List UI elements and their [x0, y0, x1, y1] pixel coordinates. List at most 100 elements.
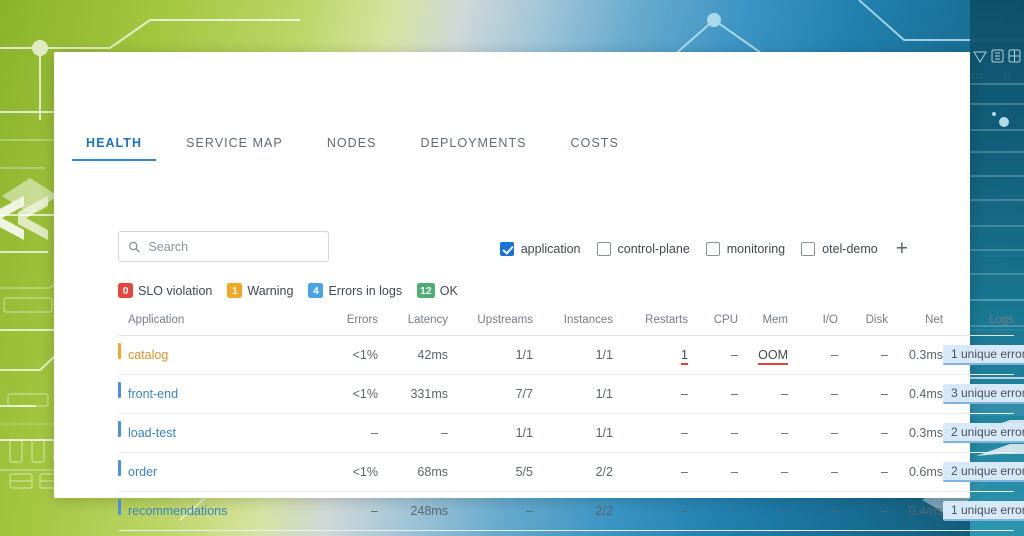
cell-restarts: – — [613, 530, 688, 536]
legend-label: SLO violation — [138, 283, 213, 298]
col-errors[interactable]: Errors — [303, 310, 378, 336]
cell-application[interactable]: recommendations — [118, 491, 303, 531]
col-application[interactable]: Application — [118, 310, 303, 336]
legend-slo-violation[interactable]: 0 SLO violation — [118, 283, 212, 298]
cell-logs[interactable]: 2 unique errors — [943, 452, 1024, 492]
table-row[interactable]: recommendations –248ms –2/2– – – – –0.4ms 1 uni… — [118, 491, 1024, 531]
cell-upstreams: 5/5 — [448, 452, 533, 492]
tab-health[interactable]: HEALTH — [64, 130, 164, 161]
cell-errors: <1% — [303, 374, 378, 414]
cell-net: – — [888, 530, 943, 536]
application-link[interactable]: recommendations — [128, 504, 227, 518]
cell-latency: 5ms — [378, 530, 448, 536]
application-link[interactable]: order — [128, 465, 157, 479]
cell-net: 0.4ms — [888, 491, 943, 531]
logs-error-chip[interactable]: 1 unique error — [943, 501, 1024, 521]
application-link[interactable]: front-end — [128, 387, 178, 401]
filter-control-plane[interactable]: control-plane — [596, 241, 690, 256]
cell-application[interactable]: load-test — [118, 413, 303, 453]
col-disk[interactable]: Disk — [838, 310, 888, 336]
svg-text:: : :: : : : — [972, 73, 982, 80]
application-link[interactable]: load-test — [128, 426, 176, 440]
table-row[interactable]: load-test – –1/1 1/1– – – – –0.3ms 2 unique erro… — [118, 413, 1024, 453]
cell-logs[interactable]: 1 unique error — [943, 491, 1024, 531]
cell-io: – — [788, 452, 838, 492]
filter-application[interactable]: application — [499, 241, 581, 256]
legend-label: Warning — [247, 283, 294, 298]
application-link[interactable]: catalog — [128, 348, 168, 362]
checkbox-control-plane[interactable] — [596, 241, 611, 256]
col-instances[interactable]: Instances — [533, 310, 613, 336]
cell-net: 0.4ms — [888, 374, 943, 414]
search-input[interactable] — [148, 239, 319, 254]
logs-error-chip[interactable]: 1 unique error — [943, 345, 1024, 365]
cell-disk: – — [838, 530, 888, 536]
col-logs[interactable]: Logs — [943, 310, 1014, 336]
legend-warning[interactable]: 1 Warning — [227, 283, 293, 298]
mem-alert-value[interactable]: OOM — [758, 348, 788, 365]
col-restarts[interactable]: Restarts — [613, 310, 688, 336]
tab-deployments[interactable]: DEPLOYMENTS — [399, 130, 549, 161]
table-row[interactable]: front-end <1% 331ms 7/7 1/1– – – – –0.4ms 3 uniqu… — [118, 374, 1024, 414]
cell-application[interactable]: catalog — [118, 335, 303, 375]
filter-monitoring[interactable]: monitoring — [705, 241, 785, 256]
tab-costs[interactable]: COSTS — [549, 130, 641, 161]
cell-logs[interactable]: 1 unique error — [943, 335, 1024, 375]
logs-error-chip[interactable]: 3 unique errors — [943, 384, 1024, 404]
filter-control-plane-label: control-plane — [617, 241, 690, 256]
cell-logs[interactable]: 3 unique errors — [943, 374, 1024, 414]
cell-application[interactable]: front-end — [118, 374, 303, 414]
table-body: catalog <1% 42ms 1/1 1/1 1– OOM – –0.3ms 1 unique… — [118, 335, 1024, 536]
cell-restarts[interactable]: 1 — [613, 335, 688, 375]
table-row[interactable]: cache–5ms–1/1––––––– — [118, 530, 1014, 536]
restarts-value: – — [681, 426, 688, 440]
cell-application[interactable]: cache — [118, 530, 303, 536]
status-badge: 12 — [417, 283, 435, 298]
cell-mem[interactable]: OOM — [738, 335, 788, 375]
cell-upstreams: 7/7 — [448, 374, 533, 414]
tab-service-map[interactable]: SERVICE MAP — [164, 130, 305, 161]
checkbox-monitoring[interactable] — [705, 241, 720, 256]
checkbox-otel-demo[interactable] — [801, 241, 816, 256]
restarts-value: – — [681, 387, 688, 401]
cell-errors: – — [303, 530, 378, 536]
add-filter-button[interactable]: + — [896, 238, 908, 259]
restarts-alert-value[interactable]: 1 — [681, 348, 688, 365]
cell-application[interactable]: order — [118, 452, 303, 492]
cell-logs[interactable]: 2 unique errors — [943, 413, 1024, 453]
status-color-bar — [118, 421, 121, 437]
search-box[interactable] — [118, 231, 329, 262]
filter-otel-demo-label: otel-demo — [822, 241, 878, 256]
cell-latency: 331ms — [378, 374, 448, 414]
mem-value: – — [781, 465, 788, 479]
cell-io: – — [788, 374, 838, 414]
legend-ok[interactable]: 12 OK — [417, 283, 458, 298]
logs-error-chip[interactable]: 2 unique errors — [943, 423, 1024, 443]
tab-nodes[interactable]: NODES — [305, 130, 399, 161]
logs-error-chip[interactable]: 2 unique errors — [943, 462, 1024, 482]
cell-disk: – — [838, 452, 888, 492]
cell-restarts: – — [613, 452, 688, 492]
mem-value: – — [781, 504, 788, 518]
col-latency[interactable]: Latency — [378, 310, 448, 336]
col-upstreams[interactable]: Upstreams — [448, 310, 533, 336]
legend-errors-in-logs[interactable]: 4 Errors in logs — [308, 283, 402, 298]
cell-upstreams: 1/1 — [448, 335, 533, 375]
cell-logs: – — [943, 530, 1014, 536]
legend-label: Errors in logs — [328, 283, 403, 298]
col-io[interactable]: I/O — [788, 310, 838, 336]
table-row[interactable]: order <1% 68ms 5/5 2/2– – – – –0.6ms 2 unique err… — [118, 452, 1024, 492]
col-mem[interactable]: Mem — [738, 310, 788, 336]
col-net[interactable]: Net — [888, 310, 943, 336]
status-badge: 1 — [227, 283, 243, 298]
table-header-row: Application Errors Latency Upstreams Ins… — [118, 310, 1014, 336]
cell-io: – — [788, 491, 838, 531]
cell-disk: – — [838, 491, 888, 531]
col-cpu[interactable]: CPU — [688, 310, 738, 336]
checkbox-application[interactable] — [499, 241, 514, 256]
filter-otel-demo[interactable]: otel-demo — [801, 241, 878, 256]
cell-disk: – — [838, 335, 888, 375]
cell-restarts: – — [613, 374, 688, 414]
table-row[interactable]: catalog <1% 42ms 1/1 1/1 1– OOM – –0.3ms 1 unique… — [118, 335, 1024, 375]
cell-cpu: – — [688, 413, 738, 453]
